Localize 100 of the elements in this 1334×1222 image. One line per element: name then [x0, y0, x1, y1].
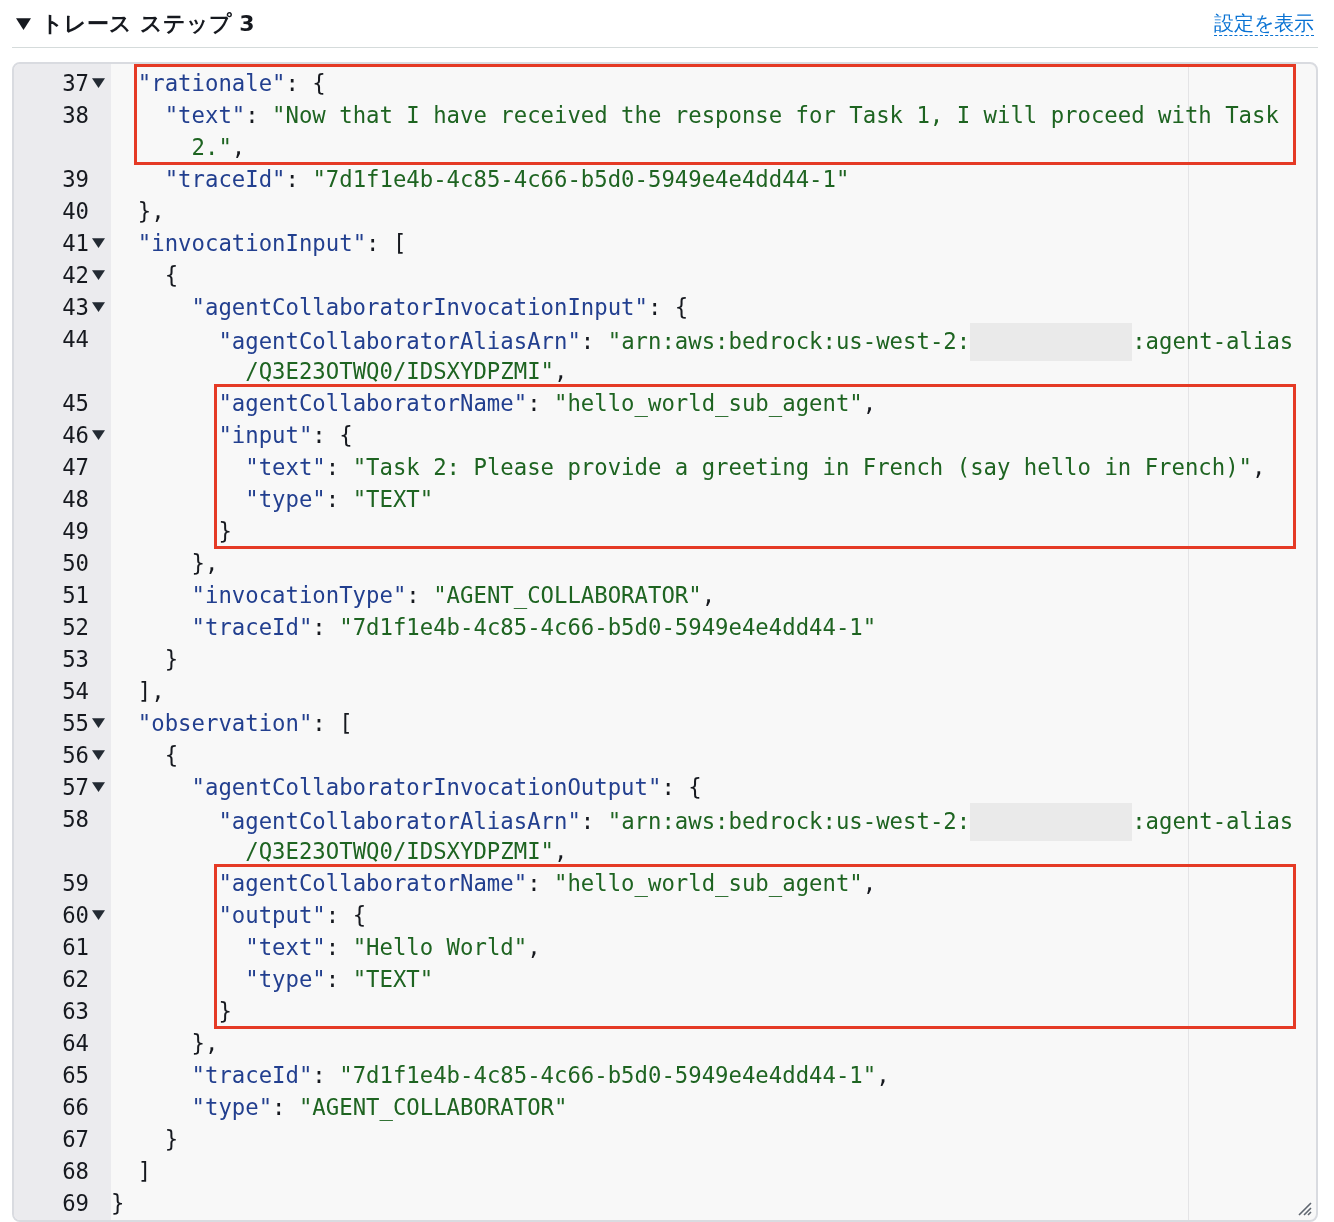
json-key: "type": [191, 1094, 273, 1120]
json-punctuation: :: [325, 966, 341, 992]
caret-icon[interactable]: [16, 17, 31, 30]
line-number: 69: [62, 1189, 89, 1218]
json-punctuation: ,: [862, 870, 877, 896]
json-punctuation: : {: [661, 774, 702, 800]
fold-caret-icon[interactable]: [91, 302, 105, 312]
json-string: "arn:aws:bedrock:us-west-2:: [607, 807, 971, 834]
json-key: "agentCollaboratorInvocationInput": [191, 294, 648, 320]
json-punctuation: },: [137, 198, 165, 224]
json-punctuation: :: [325, 934, 341, 960]
json-punctuation: ,: [1252, 454, 1266, 480]
fold-caret-icon[interactable]: [91, 910, 105, 920]
line-number: 60: [62, 901, 89, 930]
json-key: "input": [218, 422, 313, 448]
line-number: 63: [62, 997, 89, 1026]
json-punctuation: :: [325, 454, 341, 480]
show-settings-link[interactable]: 設定を表示: [1214, 11, 1314, 36]
line-number: 46: [62, 421, 89, 450]
json-string: "Task 2: Please provide a greeting in French (say hello in French)": [352, 454, 1253, 480]
json-punctuation: : [: [366, 230, 407, 256]
json-string: /Q3E23OTWQ0/IDSXYDPZMI": [245, 838, 554, 864]
json-string: "TEXT": [352, 966, 434, 992]
json-string: :agent-alias: [1132, 327, 1294, 354]
json-key: "agentCollaboratorName": [218, 870, 528, 896]
json-punctuation: : [: [312, 710, 353, 736]
line-number: 48: [62, 485, 89, 514]
json-punctuation: :: [580, 807, 596, 834]
json-punctuation: : {: [325, 902, 367, 928]
line-number: 62: [62, 965, 89, 994]
fold-caret-icon[interactable]: [91, 718, 105, 728]
fold-caret-icon[interactable]: [91, 238, 105, 248]
json-punctuation: ,: [701, 582, 716, 608]
json-string: "AGENT_COLLABORATOR": [298, 1094, 568, 1120]
json-key: "type": [245, 486, 326, 512]
json-punctuation: :: [272, 1094, 287, 1120]
json-string: :agent-alias: [1132, 807, 1294, 834]
line-number: 64: [62, 1029, 89, 1058]
fold-caret-icon[interactable]: [91, 430, 105, 440]
fold-caret-icon[interactable]: [91, 750, 105, 760]
json-string: "hello_world_sub_agent": [554, 390, 863, 416]
json-punctuation: {: [164, 742, 179, 768]
json-punctuation: },: [191, 1030, 219, 1056]
line-number: 41: [62, 229, 89, 258]
json-punctuation: :: [527, 870, 542, 896]
json-punctuation: : {: [312, 422, 353, 448]
json-string: "AGENT_COLLABORATOR": [433, 582, 702, 608]
line-number: 61: [62, 933, 89, 962]
json-punctuation: }: [164, 646, 179, 672]
json-key: "observation": [137, 710, 313, 736]
json-string: "hello_world_sub_agent": [554, 870, 863, 896]
line-number: 56: [62, 741, 89, 770]
line-number: 67: [62, 1125, 89, 1154]
json-key: "agentCollaboratorAliasArn": [218, 327, 581, 354]
line-number: 37: [62, 69, 89, 98]
line-number: 59: [62, 869, 89, 898]
json-key: "rationale": [137, 70, 286, 96]
section-title: トレース ステップ 3: [41, 9, 255, 38]
json-punctuation: }: [164, 1126, 179, 1152]
json-punctuation: },: [191, 550, 219, 576]
line-number: 43: [62, 293, 89, 322]
json-string: "arn:aws:bedrock:us-west-2:: [607, 327, 971, 354]
json-string: "7d1f1e4b-4c85-4c66-b5d0-5949e4e4dd44-1": [339, 614, 877, 640]
json-punctuation: :: [245, 102, 260, 128]
line-number: 50: [62, 549, 89, 578]
line-number: 55: [62, 709, 89, 738]
line-number: 49: [62, 517, 89, 546]
fold-caret-icon[interactable]: [91, 782, 105, 792]
json-key: "invocationType": [191, 582, 407, 608]
json-punctuation: :: [527, 390, 542, 416]
json-punctuation: :: [325, 486, 341, 512]
line-number: 58: [62, 805, 89, 834]
json-punctuation: :: [406, 582, 421, 608]
json-key: "agentCollaboratorAliasArn": [218, 807, 581, 834]
line-number: 51: [62, 581, 89, 610]
json-punctuation: :: [312, 1062, 327, 1088]
json-punctuation: ,: [554, 358, 568, 384]
json-punctuation: :: [312, 614, 327, 640]
json-punctuation: :: [580, 327, 596, 354]
line-number: 45: [62, 389, 89, 418]
json-key: "output": [218, 902, 326, 928]
json-punctuation: ],: [137, 678, 165, 704]
fold-caret-icon[interactable]: [91, 270, 105, 280]
json-key: "agentCollaboratorName": [218, 390, 528, 416]
json-punctuation: ,: [554, 838, 568, 864]
json-string: "Now that I have received the response for Task 1, I will proceed with Task: [272, 102, 1279, 128]
line-number: 44: [62, 325, 89, 354]
line-number: 38: [62, 101, 89, 130]
line-number: 39: [62, 165, 89, 194]
json-string: "7d1f1e4b-4c85-4c66-b5d0-5949e4e4dd44-1": [339, 1062, 877, 1088]
resize-handle-icon[interactable]: [1296, 1200, 1312, 1216]
json-punctuation: ]: [137, 1158, 152, 1184]
json-key: "type": [245, 966, 326, 992]
fold-caret-icon[interactable]: [91, 78, 105, 88]
json-string: "Hello World": [352, 934, 528, 960]
json-punctuation: : {: [647, 294, 689, 320]
json-punctuation: }: [218, 518, 232, 544]
json-punctuation: {: [164, 262, 179, 288]
line-number: 57: [62, 773, 89, 802]
json-key: "text": [245, 454, 326, 480]
